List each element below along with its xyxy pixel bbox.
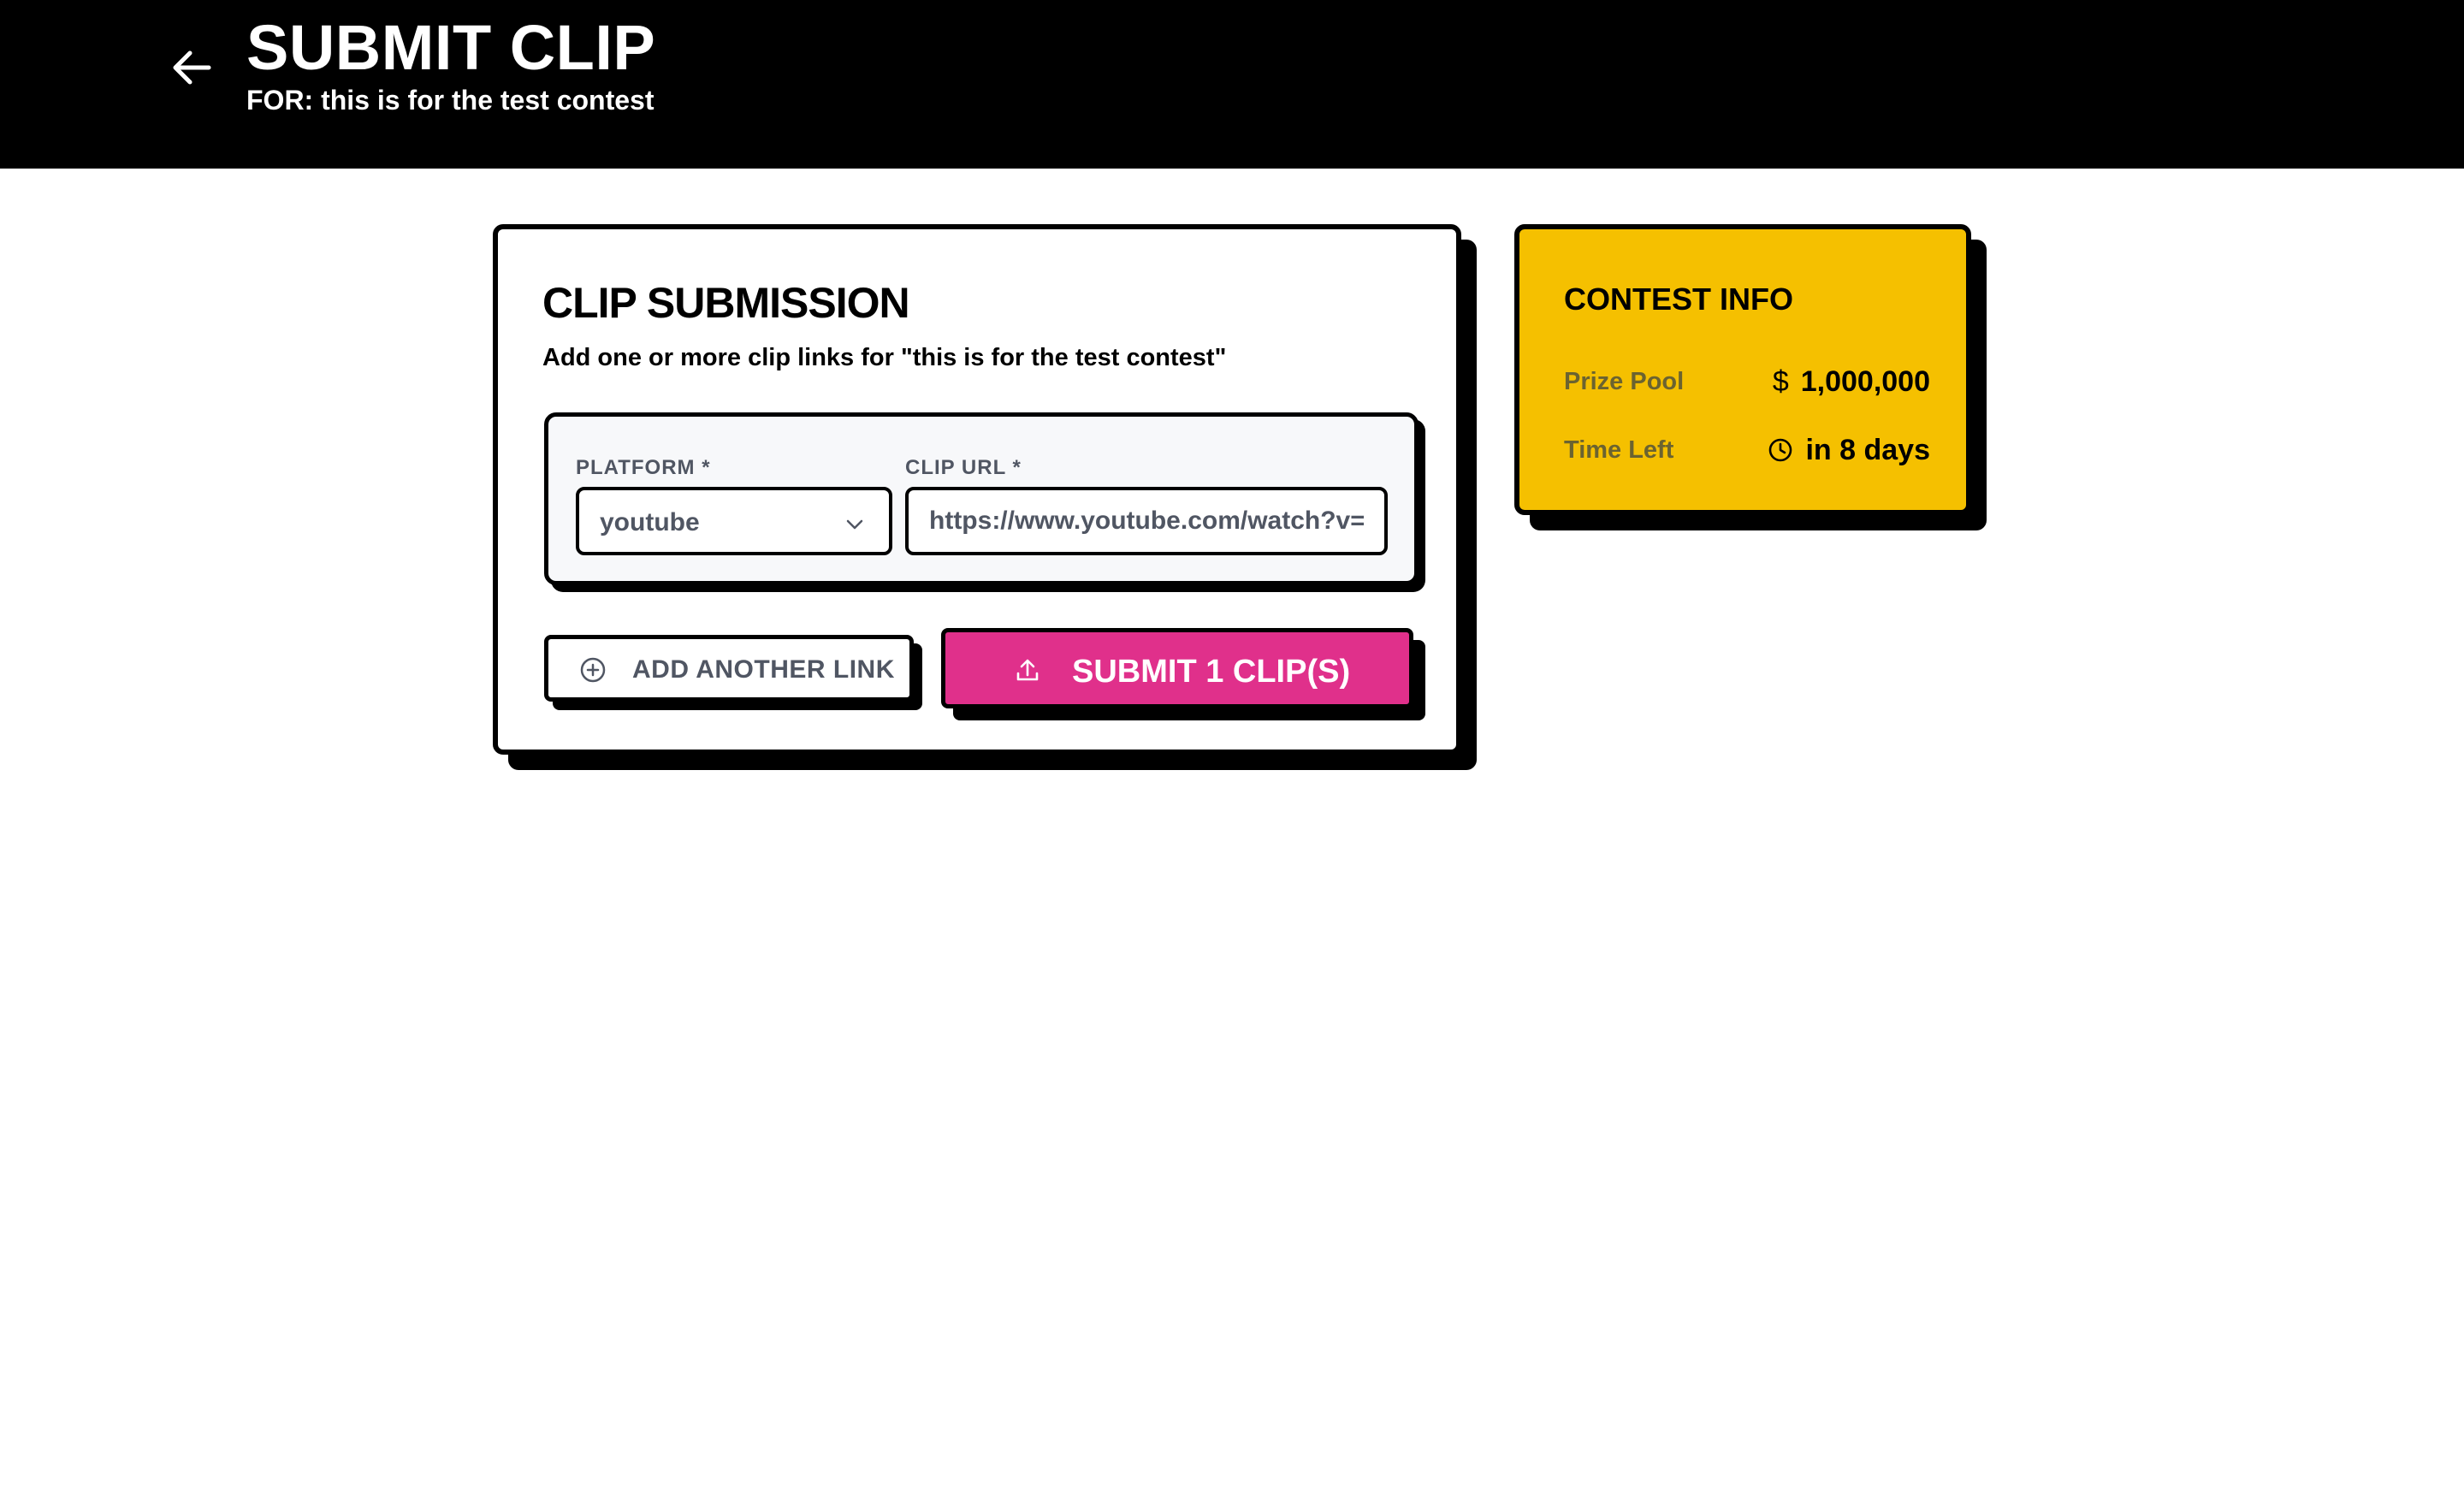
- upload-icon: [1016, 659, 1039, 681]
- clip-url-input[interactable]: [905, 487, 1388, 555]
- time-left-label: Time Left: [1564, 436, 1674, 464]
- prize-pool-value-group: $ 1,000,000: [1773, 364, 1930, 399]
- add-another-link-button[interactable]: ADD ANOTHER LINK: [544, 635, 914, 702]
- platform-label: PLATFORM *: [576, 456, 711, 479]
- card-description: Add one or more clip links for "this is …: [542, 344, 1227, 371]
- time-left-value-group: in 8 days: [1768, 433, 1930, 467]
- arrow-left-icon: [173, 50, 211, 85]
- platform-select-value: youtube: [600, 508, 700, 536]
- page-subtitle: FOR: this is for the test contest: [246, 85, 654, 116]
- clip-url-label: CLIP URL *: [905, 456, 1022, 479]
- add-another-link-label: ADD ANOTHER LINK: [632, 655, 895, 684]
- card-title: CLIP SUBMISSION: [542, 279, 910, 327]
- prize-pool-value: 1,000,000: [1800, 365, 1930, 398]
- time-left-value: in 8 days: [1805, 434, 1930, 466]
- page-title: SUBMIT CLIP: [246, 12, 656, 83]
- submit-clips-label: SUBMIT 1 CLIP(S): [1072, 654, 1351, 690]
- clip-submission-card: CLIP SUBMISSION Add one or more clip lin…: [493, 224, 1461, 755]
- contest-info-card: CONTEST INFO Prize Pool $ 1,000,000 Time…: [1514, 224, 1971, 515]
- page-header: SUBMIT CLIP FOR: this is for the test co…: [0, 0, 2464, 169]
- clip-link-row: PLATFORM * CLIP URL * youtube: [544, 412, 1419, 585]
- contest-info-title: CONTEST INFO: [1564, 281, 1793, 317]
- clock-icon: [1769, 438, 1792, 462]
- back-button[interactable]: [166, 41, 219, 94]
- platform-select[interactable]: youtube: [576, 487, 892, 555]
- dollar-icon: $: [1772, 365, 1789, 398]
- plus-circle-icon: [580, 657, 606, 683]
- submit-clips-button[interactable]: SUBMIT 1 CLIP(S): [941, 628, 1413, 708]
- chevron-down-icon: [846, 519, 863, 530]
- prize-pool-label: Prize Pool: [1564, 368, 1685, 395]
